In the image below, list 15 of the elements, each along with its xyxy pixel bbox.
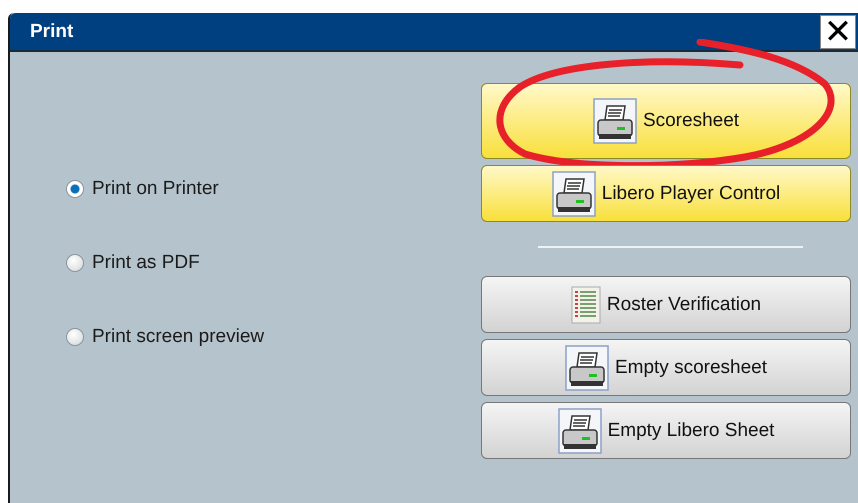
radio-option[interactable]: Print screen preview (66, 326, 481, 348)
print-button[interactable]: Libero Player Control (481, 165, 851, 222)
window-title: Print (30, 20, 74, 42)
printer-icon (564, 344, 609, 390)
close-button[interactable]: ✕ (820, 14, 856, 48)
print-button[interactable]: Empty scoresheet (481, 339, 851, 396)
printer-icon (592, 98, 637, 144)
radio-option[interactable]: Print as PDF (66, 252, 481, 274)
print-button[interactable]: Roster Verification (481, 276, 851, 333)
print-button[interactable]: Empty Libero Sheet (481, 402, 851, 459)
radio-option[interactable]: Print on Printer (66, 178, 481, 200)
printer-icon (552, 170, 596, 216)
print-button[interactable]: Scoresheet (481, 83, 851, 159)
document-icon (570, 286, 601, 324)
printer-icon (558, 408, 602, 454)
